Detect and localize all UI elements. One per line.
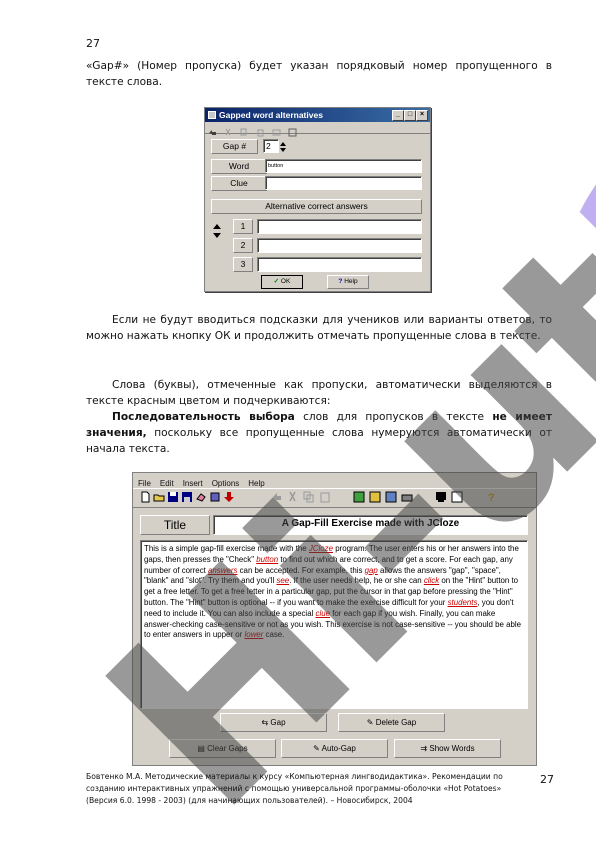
text-run: This is a simple gap-fill exercise made …: [144, 544, 309, 553]
clear-gaps-label: Clear Gaps: [207, 744, 248, 753]
delete-gap-button[interactable]: ✎ Delete Gap: [338, 713, 445, 732]
gap-number-label: Gap #: [211, 139, 258, 154]
clue-label: Clue: [211, 176, 267, 191]
word-label: Word: [211, 159, 267, 174]
gap-number-spinner[interactable]: [280, 139, 286, 153]
eraser-icon[interactable]: [195, 491, 207, 503]
help-label: Help: [344, 278, 358, 285]
gap-label: Gap: [270, 718, 286, 727]
show-words-label: Show Words: [429, 744, 475, 753]
paste-icon[interactable]: [256, 128, 265, 137]
alt-number-3: 3: [233, 257, 253, 272]
order-end: поскольку все пропущенные слова нумеруют…: [86, 427, 552, 455]
alt-number-2: 2: [233, 238, 253, 253]
window-icon[interactable]: [451, 491, 463, 503]
order-mid: слов для пропусков в тексте: [294, 411, 493, 423]
word-field[interactable]: button: [265, 159, 422, 173]
text-run: . If the user needs help, he or she can: [289, 576, 424, 586]
cut-icon[interactable]: [224, 128, 233, 137]
cut-icon[interactable]: [287, 491, 299, 503]
question-icon: ?: [338, 278, 343, 285]
monitor-icon[interactable]: [435, 491, 447, 503]
save-as-icon[interactable]: [181, 491, 193, 503]
clear-gaps-button[interactable]: ▤ Clear Gaps: [169, 739, 276, 758]
new-file-icon[interactable]: [139, 491, 151, 503]
copy-icon[interactable]: [303, 491, 315, 503]
delete-gap-icon: ✎: [366, 718, 374, 727]
open-folder-icon[interactable]: [153, 491, 165, 503]
print-icon[interactable]: [401, 491, 413, 503]
alternatives-scroll-arrows[interactable]: [212, 223, 222, 239]
jcloze-window: File Edit Insert Options Help ? Title A Gap-…: [132, 472, 537, 766]
gap-word[interactable]: click: [424, 576, 439, 585]
undo-icon[interactable]: [271, 491, 283, 503]
paste-icon[interactable]: [319, 491, 331, 503]
help-icon[interactable]: ?: [485, 491, 497, 503]
arrow-down-icon[interactable]: [223, 491, 235, 503]
auto-gap-icon: ✎: [313, 744, 320, 753]
gap-icon: ⇆: [261, 718, 269, 727]
alternatives-header: Alternative correct answers: [211, 199, 422, 214]
dialog-titlebar: Gapped word alternatives _ □ ×: [205, 108, 430, 122]
svg-text:?: ?: [488, 492, 495, 503]
ok-button[interactable]: ✓ OK: [261, 275, 303, 289]
paragraph-gap-number: «Gap#» (Номер пропуска) будет указан пор…: [86, 60, 552, 88]
auto-gap-label: Auto-Gap: [321, 744, 356, 753]
special-char-icon[interactable]: [272, 128, 281, 137]
paragraph-order-note: Последовательность выбора слов для пропу…: [86, 409, 552, 457]
delete-gap-label: Delete Gap: [375, 718, 417, 727]
gap-word[interactable]: see: [276, 576, 289, 585]
title-field[interactable]: A Gap-Fill Exercise made with JCloze: [213, 515, 528, 535]
save-icon[interactable]: [167, 491, 179, 503]
alt-answer-field-1[interactable]: [257, 219, 422, 234]
text-run: case.: [263, 630, 285, 640]
checkmark-icon: ✓: [273, 278, 280, 285]
undo-icon[interactable]: [208, 128, 217, 137]
paragraph-highlight-note: Слова (буквы), отмеченные как пропуски, …: [86, 379, 552, 407]
gap-word[interactable]: JCloze: [309, 544, 333, 553]
grid-icon[interactable]: [288, 128, 297, 137]
alt-answer-field-2[interactable]: [257, 238, 422, 253]
show-words-button[interactable]: ⇉ Show Words: [394, 739, 501, 758]
dialog-toolbar: [205, 122, 430, 137]
show-words-icon: ⇉: [420, 744, 428, 753]
gap-word[interactable]: lower: [244, 630, 263, 639]
page-number-top: 27: [86, 37, 100, 50]
gap-number-field[interactable]: 2: [263, 139, 279, 153]
gap-word[interactable]: button: [256, 555, 278, 564]
alt-number-1: 1: [233, 219, 253, 234]
paragraph-ok-note: Если не будут вводиться подсказки для уч…: [86, 314, 552, 342]
clear-gaps-icon: ▤: [197, 744, 205, 753]
drag-drop-icon[interactable]: [369, 491, 381, 503]
copy-icon[interactable]: [240, 128, 249, 137]
web-page-icon[interactable]: [353, 491, 365, 503]
page-number-bottom: 27: [540, 773, 554, 786]
text-run: can be accepted. For example, this: [237, 565, 365, 575]
main-toolbar: ?: [133, 488, 536, 508]
close-button[interactable]: ×: [416, 110, 428, 121]
maximize-button[interactable]: □: [404, 110, 416, 121]
clue-field[interactable]: [265, 176, 422, 190]
gap-word[interactable]: students: [448, 598, 478, 607]
dialog-title: Gapped word alternatives: [219, 110, 323, 120]
menu-bar: File Edit Insert Options Help: [133, 473, 536, 488]
config-icon[interactable]: [209, 491, 221, 503]
gap-word[interactable]: gap: [365, 566, 378, 575]
minimize-button[interactable]: _: [392, 110, 404, 121]
exercise-text-area[interactable]: This is a simple gap-fill exercise made …: [140, 540, 528, 709]
footer-citation: Бовтенко М.А. Методические материалы к к…: [86, 772, 503, 805]
ok-label: OK: [280, 278, 291, 285]
title-label: Title: [140, 515, 210, 535]
export-icon[interactable]: [385, 491, 397, 503]
alt-answer-field-3[interactable]: [257, 257, 422, 272]
gapped-word-dialog: Gapped word alternatives _ □ × Gap # 2 W…: [204, 107, 431, 292]
order-bold-1: Последовательность выбора: [112, 411, 295, 423]
help-button[interactable]: ? Help: [327, 275, 369, 289]
auto-gap-button[interactable]: ✎ Auto-Gap: [281, 739, 388, 758]
app-icon: [208, 111, 216, 119]
gap-word[interactable]: clue: [316, 609, 330, 618]
gap-button[interactable]: ⇆ Gap: [220, 713, 327, 732]
gap-word[interactable]: answers: [208, 566, 237, 575]
